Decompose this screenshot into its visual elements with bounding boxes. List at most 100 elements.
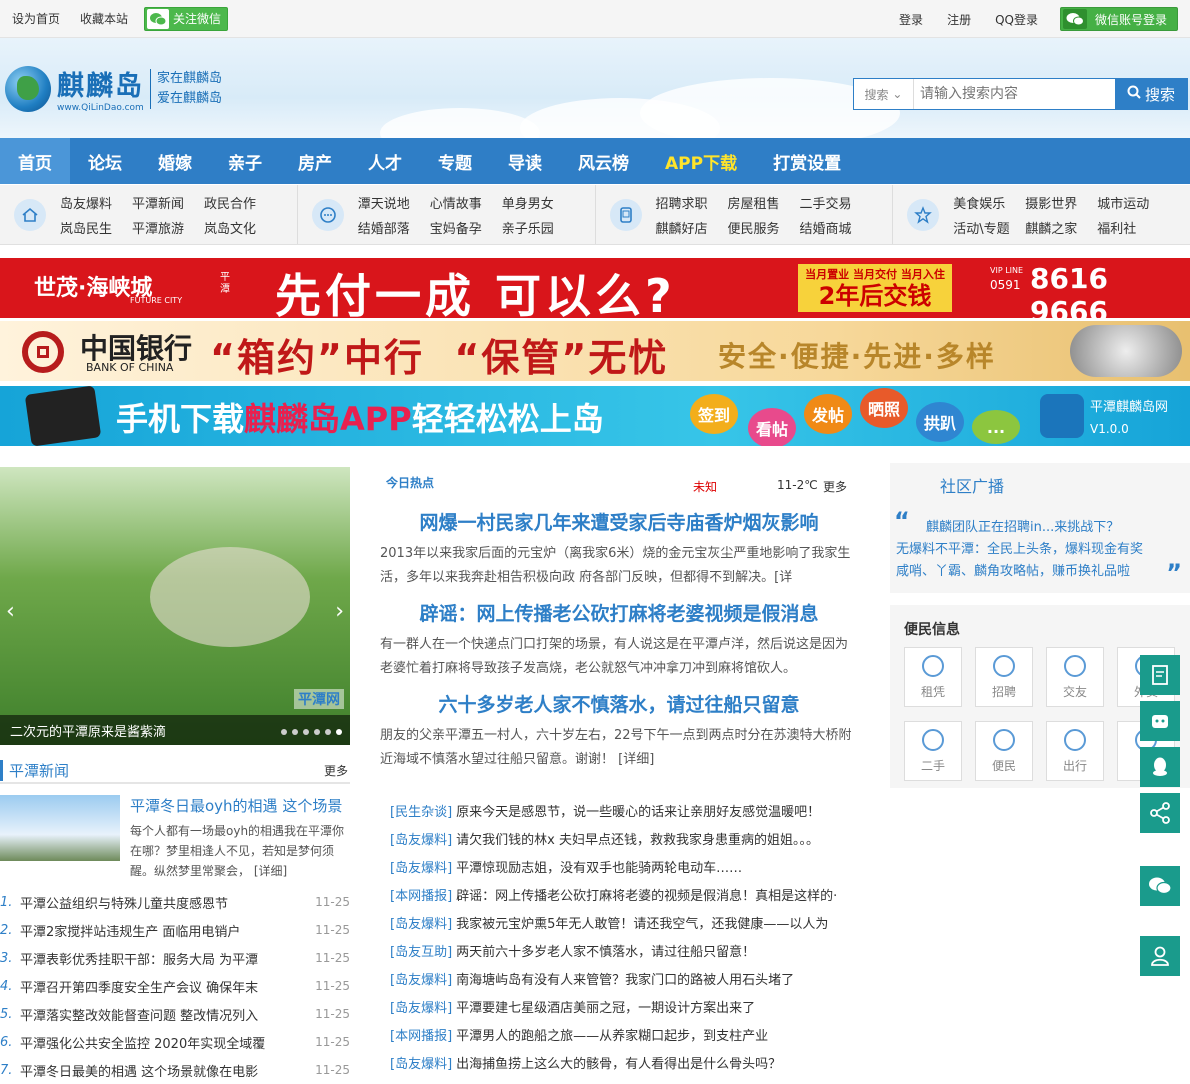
community-line[interactable]: 麒麟团队正在招聘in...来挑战下？ bbox=[896, 517, 1166, 539]
post-category[interactable]: [岛友爆料] bbox=[390, 969, 452, 988]
nav-realestate[interactable]: 房产 bbox=[280, 138, 350, 184]
post-category[interactable]: [岛友互助] bbox=[390, 941, 452, 960]
subnav-link[interactable]: 便民服务 bbox=[728, 218, 800, 237]
subnav-link[interactable]: 麒麟之家 bbox=[1025, 218, 1097, 237]
hot-story-title[interactable]: 六十多岁老人家不慎落水，请过往船只留意 bbox=[380, 690, 858, 720]
nav-home[interactable]: 首页 bbox=[0, 138, 70, 184]
post-title[interactable]: 原来今天是感恩节，说一些暖心的话来让亲朋好友感觉温暖吧！ bbox=[456, 801, 820, 820]
subnav-link[interactable]: 宝妈备孕 bbox=[430, 218, 502, 237]
slider-dot[interactable] bbox=[281, 729, 287, 735]
ad-banner-shimao[interactable]: 世茂·海峡城 FUTURE CITY 平潭 先付一成 可以么? 当月置业 当月交… bbox=[0, 258, 1190, 318]
subnav-link[interactable]: 活动\专题 bbox=[953, 218, 1025, 237]
post-title[interactable]: 我家被元宝炉熏5年无人敢管！请还我空气，还我健康——以人为 bbox=[456, 913, 828, 932]
list-item[interactable]: 7. 平潭冬日最美的相遇 这个场景就像在电影 11-25 bbox=[0, 1056, 350, 1084]
community-line[interactable]: 咸哨、丫霸、麟角攻略帖，赚币换礼品啦 bbox=[896, 561, 1166, 583]
convenience-jobs[interactable]: 招聘 bbox=[975, 647, 1033, 707]
register-link[interactable]: 注册 bbox=[947, 11, 971, 28]
subnav-link[interactable]: 城市运动 bbox=[1097, 193, 1169, 212]
list-item[interactable]: [岛友爆料] 平潭惊现励志姐，没有双手也能骑两轮电动车…… bbox=[390, 852, 868, 880]
subnav-link[interactable]: 摄影世界 bbox=[1025, 193, 1097, 212]
list-item[interactable]: [岛友爆料] 平潭要建七星级酒店美丽之冠，一期设计方案出来了 bbox=[390, 992, 868, 1020]
post-category[interactable]: [岛友爆料] bbox=[390, 913, 452, 932]
list-item[interactable]: 3. 平潭表彰优秀挂职干部：服务大局 为平潭 11-25 bbox=[0, 944, 350, 972]
hot-story-title[interactable]: 辟谣：网上传播老公砍打麻将老婆视频是假消息 bbox=[380, 599, 858, 629]
user-icon[interactable] bbox=[1140, 936, 1180, 976]
feedback-icon[interactable] bbox=[1140, 655, 1180, 695]
post-title[interactable]: 两天前六十多岁老人家不慎落水，请过往船只留意！ bbox=[456, 941, 755, 960]
subnav-link[interactable]: 单身男女 bbox=[502, 193, 574, 212]
post-title[interactable]: 出海捕鱼捞上这么大的骸骨，有人看得出是什么骨头吗？ bbox=[456, 1053, 781, 1072]
nav-wedding[interactable]: 婚嫁 bbox=[140, 138, 210, 184]
list-item[interactable]: [岛友互助] 两天前六十多岁老人家不慎落水，请过往船只留意！ bbox=[390, 936, 868, 964]
subnav-link[interactable]: 政民合作 bbox=[204, 193, 276, 212]
convenience-services[interactable]: 便民 bbox=[975, 721, 1033, 781]
bookmark-link[interactable]: 收藏本站 bbox=[80, 10, 128, 27]
slider-dot[interactable] bbox=[303, 729, 309, 735]
post-category[interactable]: [本网播报] bbox=[390, 885, 452, 904]
subnav-link[interactable]: 平潭新闻 bbox=[132, 193, 204, 212]
post-category[interactable]: [本网播报] bbox=[390, 1025, 452, 1044]
qq-icon[interactable] bbox=[1140, 747, 1180, 787]
slider-dot[interactable] bbox=[314, 729, 320, 735]
subnav-link[interactable]: 福利社 bbox=[1097, 218, 1169, 237]
post-title[interactable]: 南海塘屿岛有没有人来管管？我家门口的路被人用石头堵了 bbox=[456, 969, 794, 988]
nav-forum[interactable]: 论坛 bbox=[70, 138, 140, 184]
robot-icon[interactable] bbox=[1140, 701, 1180, 741]
wechat-login-button[interactable]: 微信账号登录 bbox=[1059, 7, 1178, 31]
community-line[interactable]: 无爆料不平潭：全民上头条，爆料现金有奖 bbox=[896, 539, 1166, 561]
list-item[interactable]: [本网播报] 平潭男人的跑船之旅——从养家糊口起步，到支柱产业 bbox=[390, 1020, 868, 1048]
search-button[interactable]: 搜索 bbox=[1115, 79, 1187, 109]
list-item[interactable]: 4. 平潭召开第四季度安全生产会议 确保年末 11-25 bbox=[0, 972, 350, 1000]
pt-news-more-link[interactable]: 更多 bbox=[324, 762, 348, 779]
subnav-link[interactable]: 美食娱乐 bbox=[953, 193, 1025, 212]
hot-more-link[interactable]: 更多 bbox=[823, 478, 847, 495]
subnav-link[interactable]: 平潭旅游 bbox=[132, 218, 204, 237]
item-title[interactable]: 平潭2家搅拌站违规生产 面临用电销户 bbox=[20, 921, 314, 940]
list-item[interactable]: [岛友爆料] 请欠我们钱的林x 夫妇早点还钱，救救我家身患重病的姐姐。。。 bbox=[390, 824, 868, 852]
photo-slider[interactable]: ‹ › 平潭网 二次元的平潭原来是酱紫滴 bbox=[0, 467, 350, 745]
item-title[interactable]: 平潭强化公共安全监控 2020年实现全域覆 bbox=[20, 1033, 314, 1052]
subnav-link[interactable]: 岚岛民生 bbox=[60, 218, 132, 237]
subnav-link[interactable]: 岛友爆料 bbox=[60, 193, 132, 212]
slider-dot[interactable] bbox=[325, 729, 331, 735]
convenience-secondhand[interactable]: 二手 bbox=[904, 721, 962, 781]
post-category[interactable]: [岛友爆料] bbox=[390, 997, 452, 1016]
post-title[interactable]: 平潭惊现励志姐，没有双手也能骑两轮电动车…… bbox=[456, 857, 742, 876]
follow-wechat-button[interactable]: 关注微信 bbox=[144, 6, 229, 31]
feature-image[interactable] bbox=[0, 795, 120, 861]
search-input[interactable] bbox=[914, 79, 1115, 109]
post-title[interactable]: 辟谣：网上传播老公砍打麻将老婆的视频是假消息！真相是这样的· bbox=[456, 885, 837, 904]
list-item[interactable]: 2. 平潭2家搅拌站违规生产 面临用电销户 11-25 bbox=[0, 916, 350, 944]
nav-ranking[interactable]: 风云榜 bbox=[560, 138, 647, 184]
subnav-link[interactable]: 招聘求职 bbox=[656, 193, 728, 212]
wechat-icon[interactable] bbox=[1140, 866, 1180, 906]
subnav-link[interactable]: 麒麟好店 bbox=[656, 218, 728, 237]
subnav-link[interactable]: 结婚商城 bbox=[800, 218, 872, 237]
subnav-link[interactable]: 亲子乐园 bbox=[502, 218, 574, 237]
list-item[interactable]: [岛友爆料] 我家被元宝炉熏5年无人敢管！请还我空气，还我健康——以人为 bbox=[390, 908, 868, 936]
slider-dot-active[interactable] bbox=[336, 729, 342, 735]
subnav-link[interactable]: 结婚部落 bbox=[358, 218, 430, 237]
nav-guide[interactable]: 导读 bbox=[490, 138, 560, 184]
item-title[interactable]: 平潭公益组织与特殊儿童共度感恩节 bbox=[20, 893, 314, 912]
post-category[interactable]: [民生杂谈] bbox=[390, 801, 452, 820]
list-item[interactable]: 6. 平潭强化公共安全监控 2020年实现全域覆 11-25 bbox=[0, 1028, 350, 1056]
share-icon[interactable] bbox=[1140, 793, 1180, 833]
nav-jobs[interactable]: 人才 bbox=[350, 138, 420, 184]
feature-title[interactable]: 平潭冬日最oyh的相遇 这个场景 bbox=[130, 795, 342, 816]
item-title[interactable]: 平潭落实整改效能督查问题 整改情况列入 bbox=[20, 1005, 314, 1024]
post-title[interactable]: 请欠我们钱的林x 夫妇早点还钱，救救我家身患重病的姐姐。。。 bbox=[456, 829, 819, 848]
post-title[interactable]: 平潭要建七星级酒店美丽之冠，一期设计方案出来了 bbox=[456, 997, 755, 1016]
subnav-link[interactable]: 岚岛文化 bbox=[204, 218, 276, 237]
qq-login-link[interactable]: QQ登录 bbox=[995, 11, 1038, 28]
slider-prev-icon[interactable]: ‹ bbox=[6, 599, 15, 624]
list-item[interactable]: 1. 平潭公益组织与特殊儿童共度感恩节 11-25 bbox=[0, 888, 350, 916]
post-category[interactable]: [岛友爆料] bbox=[390, 1053, 452, 1072]
list-item[interactable]: [岛友爆料] 南海塘屿岛有没有人来管管？我家门口的路被人用石头堵了 bbox=[390, 964, 868, 992]
nav-tip-settings[interactable]: 打赏设置 bbox=[755, 138, 859, 184]
convenience-dating[interactable]: 交友 bbox=[1046, 647, 1104, 707]
post-category[interactable]: [岛友爆料] bbox=[390, 829, 452, 848]
item-title[interactable]: 平潭冬日最美的相遇 这个场景就像在电影 bbox=[20, 1061, 314, 1080]
subnav-link[interactable]: 房屋租售 bbox=[728, 193, 800, 212]
nav-parenting[interactable]: 亲子 bbox=[210, 138, 280, 184]
